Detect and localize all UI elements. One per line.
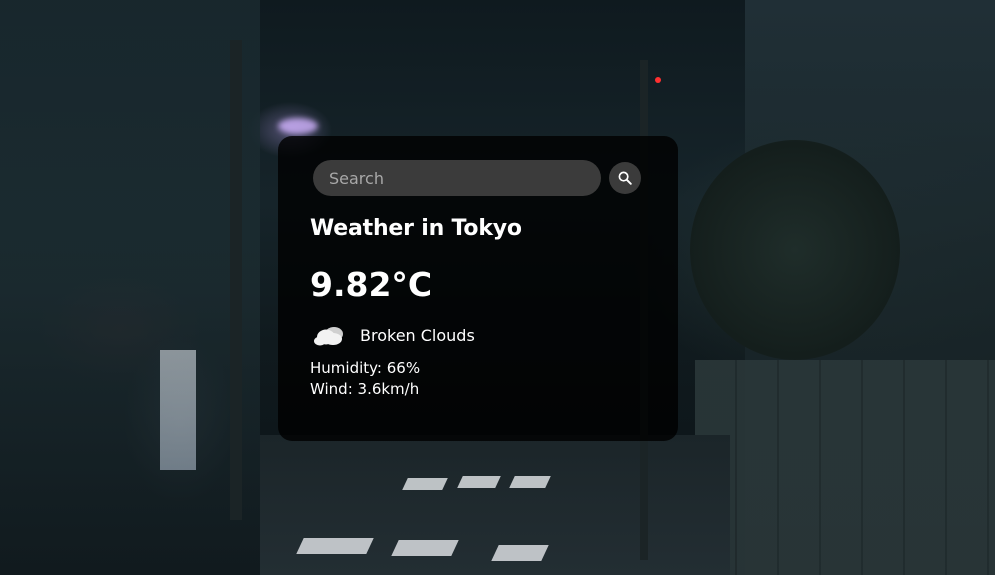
- tree: [690, 140, 900, 360]
- search-icon: [618, 171, 632, 185]
- crosswalk-stripe: [457, 476, 501, 488]
- crosswalk-stripe: [402, 478, 448, 490]
- weather-card: Weather in Tokyo 9.82°C Broken Clouds Hu…: [278, 136, 678, 441]
- weather-description: Broken Clouds: [360, 325, 475, 345]
- search-bar: [310, 160, 646, 196]
- crosswalk-stripe: [391, 540, 459, 556]
- right-building: [745, 0, 995, 575]
- humidity-text: Humidity: 66%: [310, 359, 421, 377]
- broken-clouds-icon: [314, 327, 343, 346]
- left-building: [0, 0, 260, 575]
- red-light: [655, 77, 661, 83]
- temperature: 9.82°C: [310, 265, 433, 304]
- crosswalk-stripe: [491, 545, 549, 561]
- search-input[interactable]: [313, 160, 601, 196]
- vending-machine: [160, 350, 196, 470]
- utility-pole: [230, 40, 242, 520]
- condition-row: Broken Clouds: [310, 322, 646, 348]
- crosswalk-stripe: [509, 476, 551, 488]
- city-title: Weather in Tokyo: [310, 216, 522, 241]
- street: [260, 435, 730, 575]
- search-button[interactable]: [609, 162, 641, 194]
- stone-wall: [695, 360, 995, 575]
- crosswalk-stripe: [296, 538, 374, 554]
- street-lamp: [278, 118, 318, 134]
- wind-text: Wind: 3.6km/h: [310, 380, 420, 398]
